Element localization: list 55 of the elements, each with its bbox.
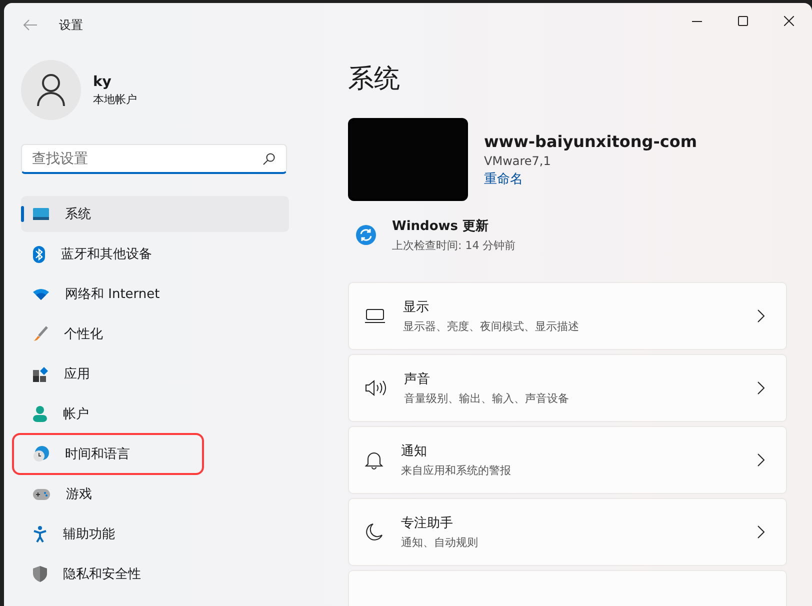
close-icon[interactable] — [784, 16, 794, 26]
settings-card[interactable]: 通知 来自应用和系统的警报 — [348, 426, 787, 494]
card-title: 声音 — [404, 371, 431, 388]
nav-item[interactable]: 系统 — [21, 196, 289, 232]
update-status: 上次检查时间: 14 分钟前 — [392, 238, 516, 253]
page-title: 系统 — [348, 63, 401, 96]
card-title: 通知 — [401, 443, 428, 460]
maximize-icon[interactable] — [738, 16, 748, 26]
settings-card[interactable]: 显示 显示器、亮度、夜间模式、显示描述 — [348, 282, 787, 350]
window-title: 设置 — [59, 16, 83, 34]
settings-card[interactable]: 声音 音量级别、输出、输入、声音设备 — [348, 354, 787, 422]
nav-item[interactable]: 辅助功能 — [21, 516, 289, 552]
update-title: Windows 更新 — [392, 218, 490, 235]
device-name: www-baiyunxitong-com — [484, 132, 698, 150]
account-name: ky — [93, 74, 112, 90]
chevron-icon — [756, 309, 766, 323]
sync-icon[interactable] — [356, 225, 376, 245]
nav-item[interactable]: 网络和 Internet — [21, 276, 289, 312]
search-icon — [263, 153, 275, 165]
card-subtitle: 显示器、亮度、夜间模式、显示描述 — [403, 319, 579, 334]
shield-icon — [33, 566, 47, 582]
chevron-icon — [756, 453, 766, 467]
chevron-icon — [756, 381, 766, 395]
wifi-icon — [33, 288, 49, 300]
speaker-icon — [365, 380, 386, 396]
monitor-icon — [33, 208, 49, 220]
nav-item[interactable]: 蓝牙和其他设备 — [21, 236, 289, 272]
device-model: VMware7,1 — [484, 154, 552, 168]
nav-item[interactable]: 个性化 — [21, 316, 289, 352]
chevron-icon — [756, 525, 766, 539]
laptop-icon — [365, 309, 385, 323]
apps-icon — [33, 366, 48, 382]
brush-icon — [33, 326, 48, 342]
settings-card[interactable]: 专注助手 通知、自动规则 — [348, 498, 787, 566]
nav-item[interactable]: 应用 — [21, 356, 289, 392]
card-title: 显示 — [403, 299, 430, 316]
globe-clock-icon — [33, 446, 49, 462]
card-subtitle: 通知、自动规则 — [401, 535, 478, 550]
back-icon[interactable] — [22, 17, 38, 33]
nav-item[interactable]: 时间和语言 — [15, 436, 201, 472]
nav-item[interactable]: 帐户 — [21, 396, 289, 432]
bell-icon — [365, 450, 383, 470]
card-title: 专注助手 — [401, 515, 454, 532]
accessibility-icon — [33, 526, 47, 542]
bluetooth-icon — [33, 246, 45, 262]
gamepad-icon — [33, 488, 50, 500]
moon-icon — [365, 522, 383, 542]
nav-item[interactable]: 游戏 — [21, 476, 289, 512]
card-subtitle: 来自应用和系统的警报 — [401, 463, 511, 478]
rename-link[interactable]: 重命名 — [484, 170, 523, 188]
account-type: 本地帐户 — [93, 92, 137, 106]
nav-item[interactable]: 隐私和安全性 — [21, 556, 289, 592]
search-field[interactable]: 查找设置 — [21, 144, 287, 174]
person-icon — [33, 406, 47, 422]
card-subtitle: 音量级别、输出、输入、声音设备 — [404, 391, 569, 406]
